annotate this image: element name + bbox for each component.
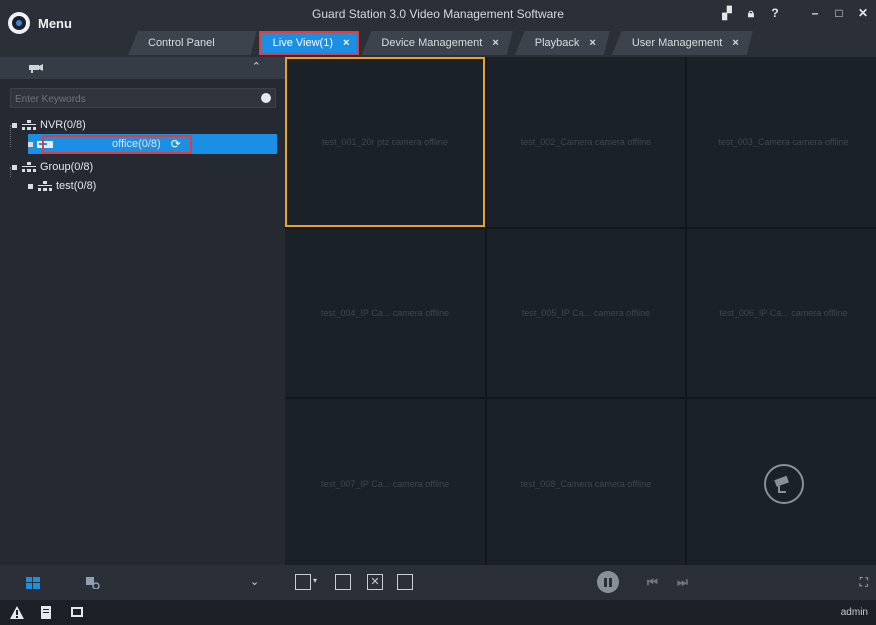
layout-icon[interactable]: ▞ (720, 6, 734, 20)
dropdown-arrow-icon[interactable]: ▾ (313, 576, 317, 585)
pause-button[interactable] (597, 571, 619, 593)
layout-select-icon[interactable] (295, 574, 311, 590)
cell-status: test_007_IP Ca... camera offline (320, 479, 450, 489)
tab-bar: Control Panel Live View(1) × Device Mana… (128, 31, 753, 55)
cell-status: test_005_IP Ca... camera offline (521, 308, 651, 318)
network-icon (38, 181, 52, 191)
help-icon[interactable]: ? (768, 6, 782, 20)
selection-highlight (42, 135, 192, 154)
video-cell[interactable]: test_008_Camera camera offline (487, 399, 685, 569)
tab-user-management[interactable]: User Management × (612, 31, 753, 55)
tab-control-panel[interactable]: Control Panel (128, 31, 257, 55)
video-cell[interactable]: test_007_IP Ca... camera offline (285, 399, 485, 569)
tab-label: Live View(1) (272, 37, 333, 49)
search-input[interactable] (11, 90, 275, 109)
camera-list-icon[interactable] (86, 577, 100, 589)
expand-icon[interactable] (28, 141, 33, 147)
video-cell[interactable]: test_002_Camera camera offline (487, 57, 685, 227)
camera-icon[interactable] (28, 63, 44, 73)
tab-playback[interactable]: Playback × (515, 31, 610, 55)
expand-icon[interactable] (28, 183, 33, 189)
tab-label: Playback (534, 37, 580, 49)
cell-status: test_006_IP Ca... camera offline (719, 308, 848, 318)
tree-item-test[interactable]: test(0/8) (28, 176, 96, 196)
tab-close-icon[interactable]: × (343, 37, 349, 49)
expand-icon[interactable] (12, 122, 17, 128)
close-all-icon[interactable]: ✕ (367, 574, 383, 590)
cell-status: test_008_Camera camera offline (520, 479, 652, 489)
lock-icon[interactable]: 🔒︎ (744, 6, 758, 20)
chevron-up-icon[interactable]: ⌃ (252, 60, 261, 73)
split-screen-icon[interactable] (335, 574, 351, 590)
sidebar-footer: ⌄ (0, 565, 285, 600)
fullscreen-icon[interactable]: ⛶ (860, 575, 868, 590)
device-sidebar: ⌃ NVR(0/8) office(0/8) ⟳ Gr (0, 57, 285, 569)
cell-status: test_001_20r ptz camera offline (322, 137, 448, 147)
search-icon[interactable] (261, 93, 271, 103)
video-grid: test_001_20r ptz camera offline test_002… (285, 57, 876, 569)
video-cell[interactable] (687, 399, 876, 569)
tree-item-label: test(0/8) (56, 180, 97, 192)
network-icon (22, 162, 36, 172)
tab-device-management[interactable]: Device Management × (361, 31, 512, 55)
tab-label: Device Management (381, 37, 483, 49)
grid-view-icon[interactable] (26, 577, 40, 589)
app-window: Menu Guard Station 3.0 Video Management … (0, 0, 876, 625)
tree-item-label: NVR(0/8) (40, 119, 86, 131)
tab-close-icon[interactable]: × (732, 37, 738, 49)
sidebar-header: ⌃ (0, 57, 285, 79)
minimize-icon[interactable]: – (808, 6, 822, 20)
video-cell[interactable]: test_001_20r ptz camera offline (285, 57, 485, 227)
title-bar: Menu Guard Station 3.0 Video Management … (0, 0, 876, 57)
no-camera-icon (763, 464, 804, 504)
tree-item-group[interactable]: Group(0/8) (12, 157, 93, 177)
video-cell[interactable]: test_004_IP Ca... camera offline (285, 229, 485, 397)
cell-status: test_003_Camera camera offline (718, 137, 849, 147)
tab-live-view[interactable]: Live View(1) × (258, 31, 360, 55)
chevron-down-icon[interactable]: ⌄ (250, 575, 259, 588)
video-cell[interactable]: test_003_Camera camera offline (687, 57, 876, 227)
window-controls: ▞ 🔒︎ ? – □ ✕ (720, 6, 870, 20)
tab-label: User Management (631, 37, 723, 49)
search-box (10, 88, 276, 109)
next-icon[interactable]: ⏭ (677, 575, 688, 590)
monitor-icon[interactable] (70, 606, 84, 619)
video-cell[interactable]: test_005_IP Ca... camera offline (487, 229, 685, 397)
video-cell[interactable]: test_006_IP Ca... camera offline (687, 229, 876, 397)
cell-status: test_002_Camera camera offline (520, 137, 652, 147)
alarm-icon[interactable] (10, 606, 24, 619)
log-icon[interactable] (40, 606, 54, 619)
maximize-icon[interactable]: □ (832, 6, 846, 20)
current-user: admin (840, 607, 868, 618)
cell-status: test_004_IP Ca... camera offline (320, 308, 450, 318)
live-view-toolbar: ▾ ✕ ⏮ ⏭ ⛶ (285, 565, 876, 600)
network-icon (22, 120, 36, 130)
tab-close-icon[interactable]: × (492, 37, 498, 49)
status-bar: admin (0, 600, 876, 625)
snapshot-icon[interactable] (397, 574, 413, 590)
tree-item-nvr[interactable]: NVR(0/8) (12, 115, 86, 135)
tab-label: Control Panel (148, 37, 215, 49)
expand-icon[interactable] (12, 164, 17, 170)
previous-icon[interactable]: ⏮ (647, 575, 658, 590)
tree-item-label: Group(0/8) (40, 161, 94, 173)
close-icon[interactable]: ✕ (856, 6, 870, 20)
tab-close-icon[interactable]: × (589, 37, 595, 49)
